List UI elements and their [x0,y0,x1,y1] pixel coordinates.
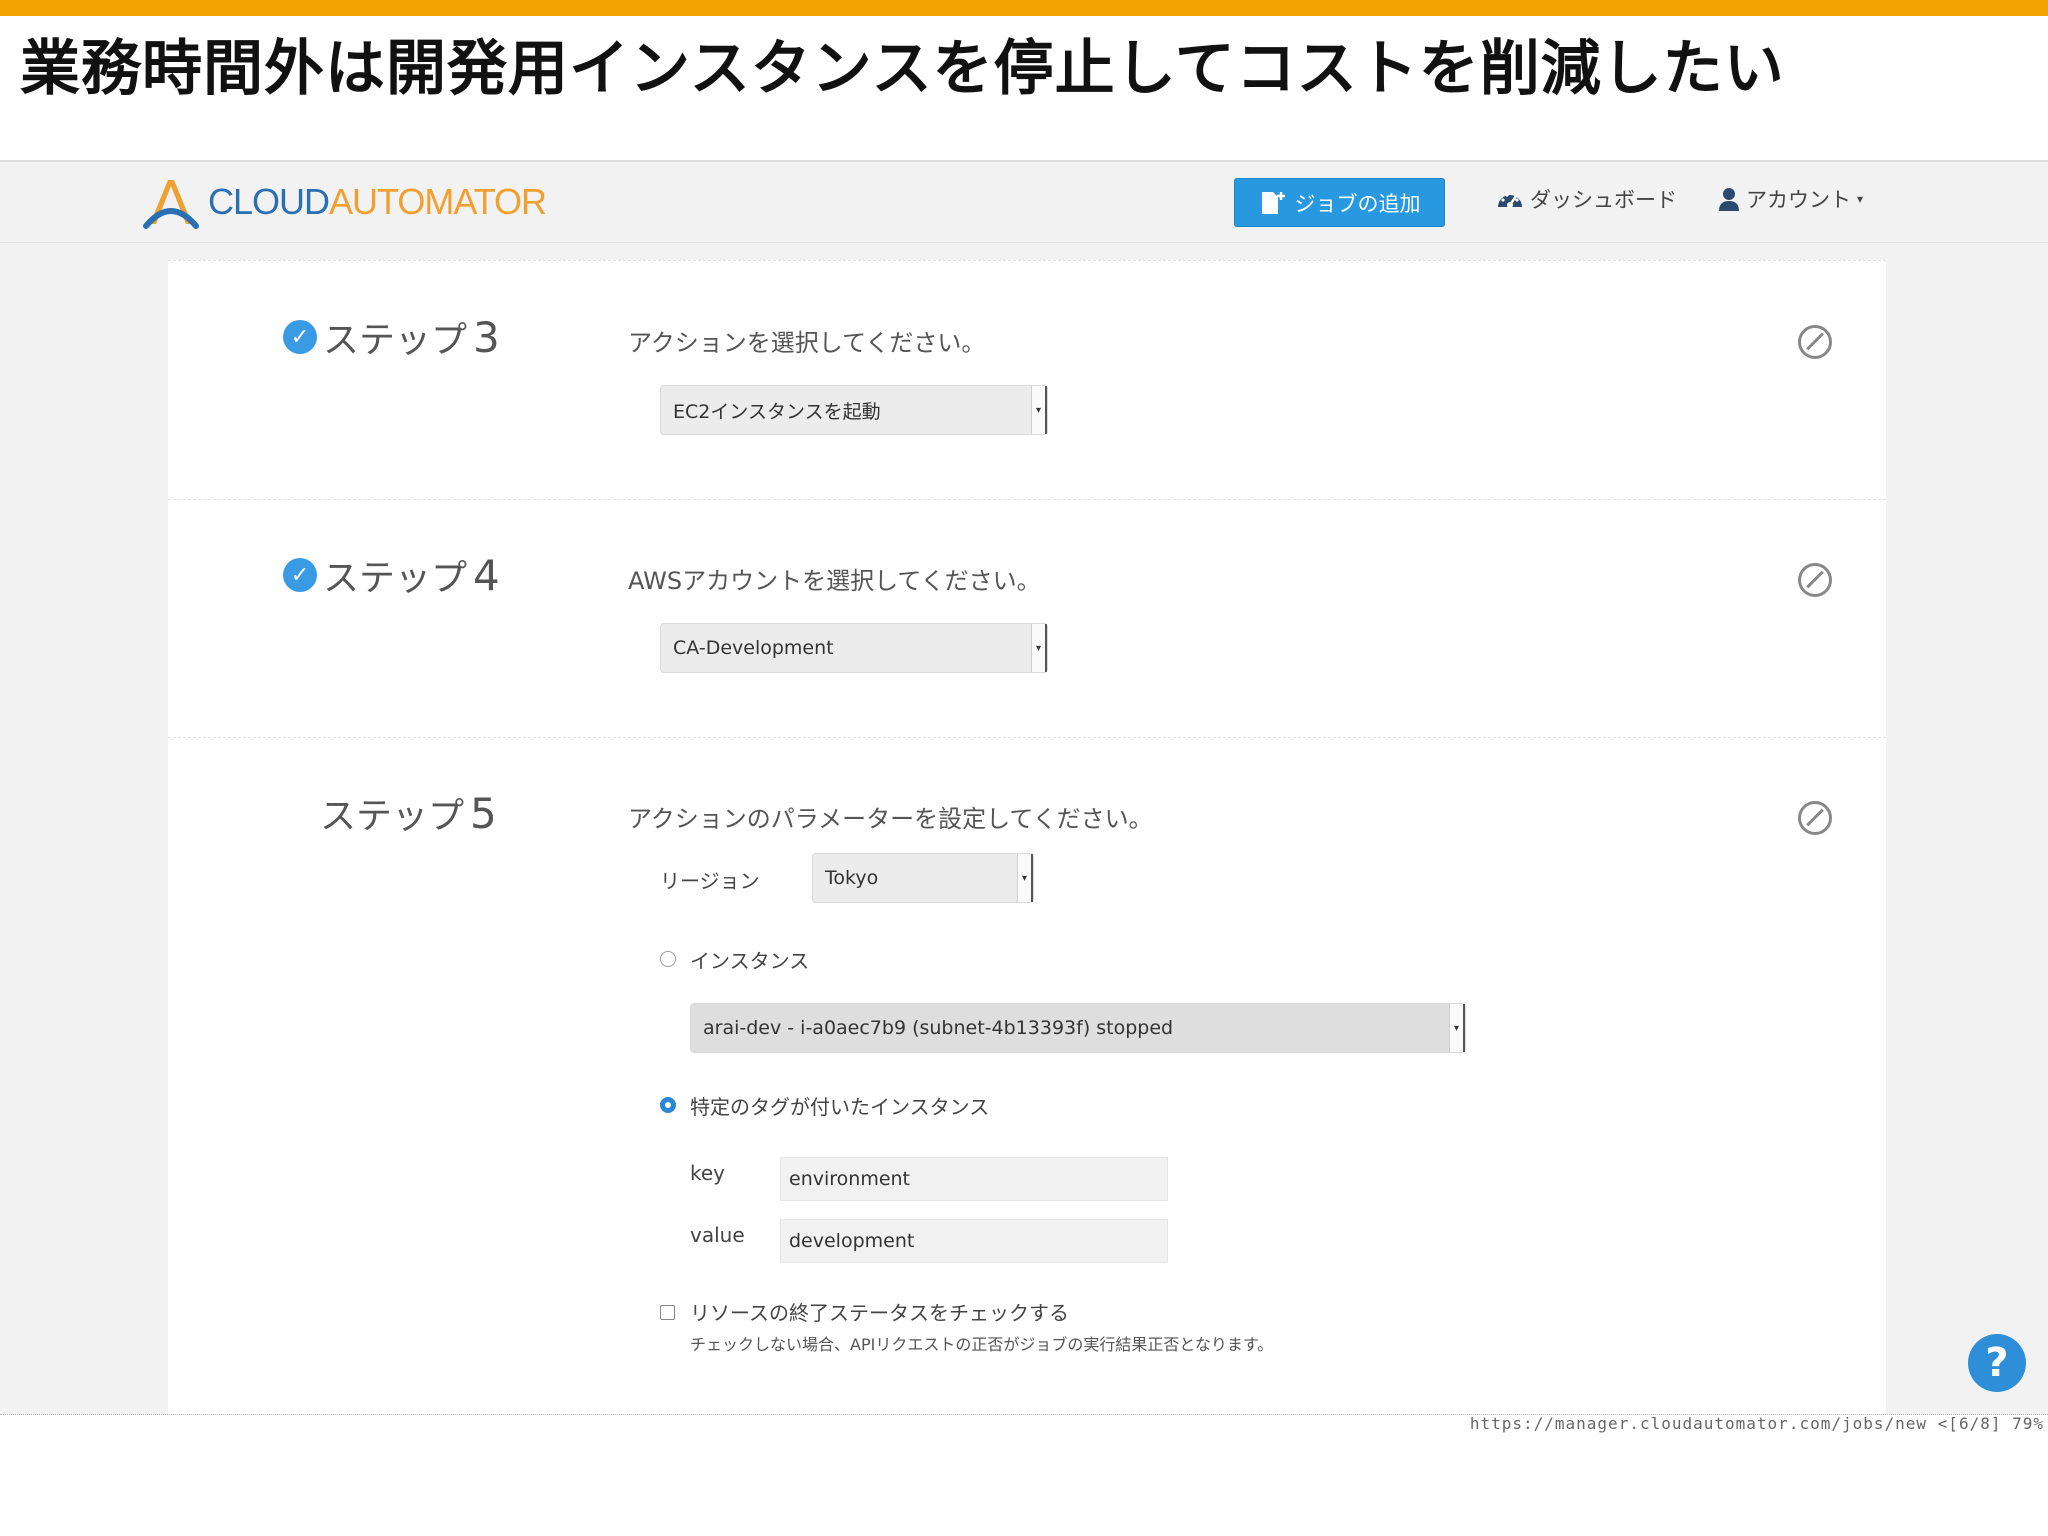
slide-accent-bar [0,0,2048,16]
value-label: value [690,1223,745,1247]
chevron-down-icon: ▾ [1857,192,1864,206]
aws-account-select-value: CA-Development [673,637,834,659]
region-select-value: Tokyo [825,867,879,889]
step-4: ✓ ステップ 4 AWSアカウントを選択してください。 CA-Developme… [168,499,1886,738]
logo-mark-icon [143,180,199,229]
step-3-label: ✓ ステップ 3 [283,311,500,363]
step-5-label: ステップ 5 [320,787,497,839]
check-status-note: チェックしない場合、APIリクエストの正否がジョブの実行結果正否となります。 [690,1335,1274,1354]
user-icon [1719,188,1739,211]
tagged-instance-radio[interactable] [660,1097,676,1113]
logo[interactable]: CLOUDAUTOMATOR [142,172,547,232]
instance-select[interactable]: arai-dev - i-a0aec7b9 (subnet-4b13393f) … [690,1003,1466,1053]
step-3: ✓ ステップ 3 アクションを選択してください。 EC2インスタンスを起動 ▾ [168,261,1886,500]
dashboard-icon [1498,193,1522,208]
slide-title: 業務時間外は開発用インスタンスを停止してコストを削減したい [20,34,1785,104]
step-5-description: アクションのパラメーターを設定してください。 [628,805,1153,833]
navbar: CLOUDAUTOMATOR ジョブの追加 ダッシュボード アカウント ▾ [0,162,2048,243]
step-4-number: 4 [473,550,500,600]
step-3-description: アクションを選択してください。 [628,329,986,357]
step-4-label: ✓ ステップ 4 [283,549,500,601]
instance-option-label: インスタンス [690,949,810,973]
nav-account-label: アカウント [1746,188,1851,212]
ban-icon[interactable] [1798,325,1832,359]
step-5-text: ステップ [320,796,465,837]
key-label: key [690,1161,726,1185]
step-3-number: 3 [473,312,500,362]
nav-dashboard[interactable]: ダッシュボード [1496,184,1677,214]
instance-select-value: arai-dev - i-a0aec7b9 (subnet-4b13393f) … [703,1017,1174,1039]
step-3-text: ステップ [323,320,468,361]
step-5-number: 5 [470,788,497,838]
region-label: リージョン [660,869,760,893]
step-4-description: AWSアカウントを選択してください。 [628,567,1041,595]
tag-value-input[interactable]: development [780,1219,1168,1263]
tag-option-label: 特定のタグが付いたインスタンス [690,1095,990,1119]
logo-text-cloud: CLOUD [208,181,330,222]
aws-account-select[interactable]: CA-Development ▾ [660,623,1048,673]
logo-text: CLOUDAUTOMATOR [208,181,547,223]
caret-down-icon: ▾ [1449,1004,1465,1052]
check-circle-icon: ✓ [283,320,317,354]
status-url: https://manager.cloudautomator.com/jobs/… [1469,1414,2044,1433]
check-status-checkbox[interactable] [660,1305,675,1320]
tag-value-value: development [789,1230,915,1252]
add-file-icon [1261,191,1285,214]
add-job-label: ジョブの追加 [1294,191,1421,216]
caret-down-icon: ▾ [1017,854,1033,902]
add-job-button[interactable]: ジョブの追加 [1234,178,1445,227]
logo-text-automator: AUTOMATOR [329,181,547,222]
caret-down-icon: ▾ [1031,386,1047,434]
help-icon: ? [1985,1340,2009,1386]
ban-icon[interactable] [1798,801,1832,835]
check-circle-icon: ✓ [283,558,317,592]
action-select-value: EC2インスタンスを起動 [673,400,881,423]
tag-key-value: environment [789,1168,911,1190]
ban-icon[interactable] [1798,563,1832,597]
caret-down-icon: ▾ [1031,624,1047,672]
help-button[interactable]: ? [1968,1334,2026,1392]
region-select[interactable]: Tokyo ▾ [812,853,1034,903]
tag-key-input[interactable]: environment [780,1157,1168,1201]
step-5: ステップ 5 アクションのパラメーターを設定してください。 リージョン Toky… [168,737,1886,1414]
app-screenshot: CLOUDAUTOMATOR ジョブの追加 ダッシュボード アカウント ▾ ✓ … [0,160,2048,1415]
instance-radio[interactable] [660,951,676,967]
step-4-text: ステップ [323,558,468,599]
check-status-label: リソースの終了ステータスをチェックする [690,1301,1069,1325]
job-form-panel: ✓ ステップ 3 アクションを選択してください。 EC2インスタンスを起動 ▾ … [168,260,1886,1414]
nav-account[interactable]: アカウント ▾ [1718,184,1863,214]
nav-dashboard-label: ダッシュボード [1530,188,1677,212]
action-select[interactable]: EC2インスタンスを起動 ▾ [660,385,1048,435]
